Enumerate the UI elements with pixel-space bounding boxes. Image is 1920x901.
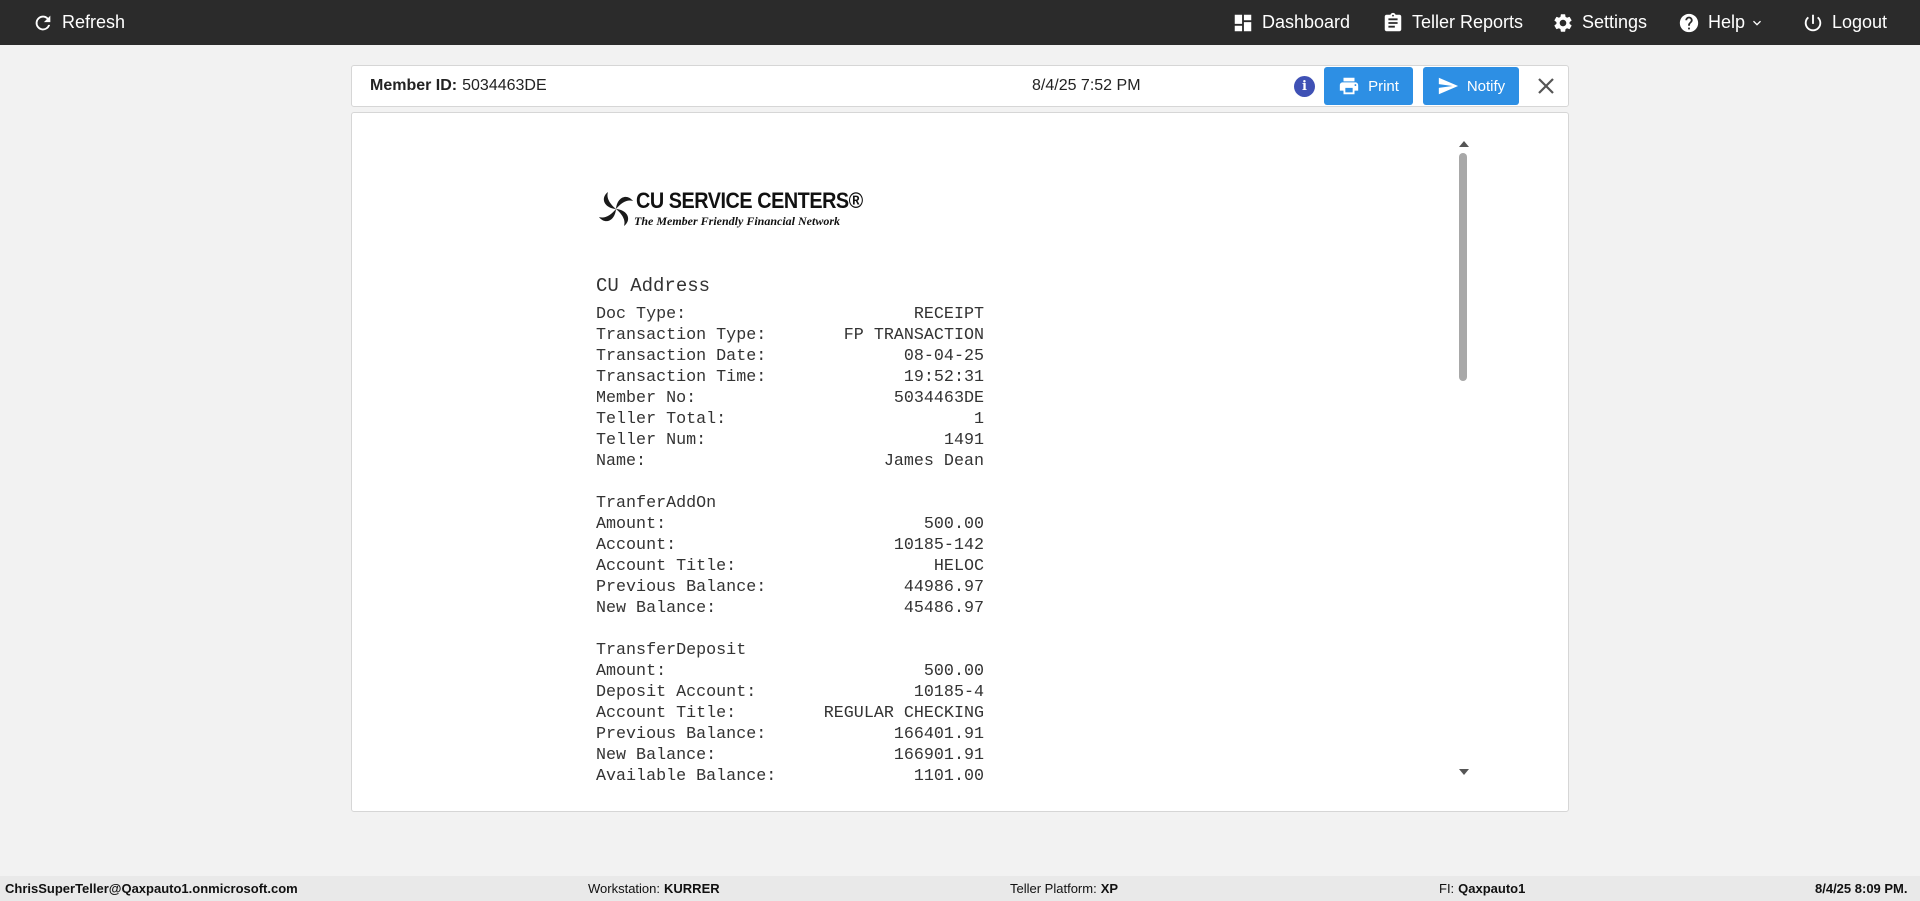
section-title: TranferAddOn (596, 494, 717, 513)
receipt-row: New Balance: 166901.91 (596, 746, 984, 765)
dashboard-icon (1234, 14, 1252, 31)
receipt-row: Name: James Dean (596, 452, 984, 471)
gear-icon (1554, 13, 1572, 32)
help-icon (1679, 13, 1699, 32)
clipboard-icon (1384, 12, 1402, 31)
print-button[interactable]: Print (1324, 67, 1413, 105)
receipt-header-panel: Member ID: 5034463DE 8/4/25 7:52 PM i Pr… (351, 65, 1569, 107)
chevron-down-icon (1753, 20, 1762, 26)
status-user: ChrisSuperTeller@Qaxpauto1.onmicrosoft.c… (5, 881, 298, 896)
close-icon (1538, 78, 1554, 94)
scroll-up-arrow-icon[interactable] (1459, 141, 1469, 147)
refresh-label: Refresh (62, 12, 126, 32)
refresh-icon (35, 15, 51, 30)
power-icon (1804, 14, 1822, 31)
dashboard-link[interactable]: Dashboard (1232, 0, 1350, 45)
teller-reports-label: Teller Reports (1412, 12, 1524, 32)
status-fi: FI: Qaxpauto1 (1439, 881, 1526, 896)
receipt-row: Doc Type: RECEIPT (596, 305, 984, 324)
receipt-row: Teller Total: 1 (596, 410, 984, 429)
refresh-button[interactable]: Refresh (32, 0, 125, 45)
receipt-row: Deposit Account: 10185-4 (596, 683, 984, 702)
transfer-deposit-section: TransferDeposit Amount: 500.00 Deposit Ac… (596, 640, 984, 787)
logout-label: Logout (1832, 12, 1888, 32)
receipt-header-rows: Doc Type: RECEIPT Transaction Type: FP TRA… (596, 304, 984, 472)
help-menu[interactable]: Help (1678, 0, 1765, 45)
receipt-row: Transaction Time: 19:52:31 (596, 368, 984, 387)
receipt-row: Previous Balance: 166401.91 (596, 725, 984, 744)
top-nav-bar: Refresh Dashboard Teller Reports Setting… (0, 0, 1920, 45)
receipt-row: Previous Balance: 44986.97 (596, 578, 984, 597)
receipt-row: Account Title: REGULAR CHECKING (596, 704, 984, 723)
section-title: TransferDeposit (596, 641, 747, 660)
status-bar: ChrisSuperTeller@Qaxpauto1.onmicrosoft.c… (0, 876, 1920, 901)
send-icon (1438, 77, 1458, 95)
close-button[interactable] (1532, 72, 1560, 100)
status-time: 8/4/25 8:09 PM. (1815, 881, 1908, 896)
logout-button[interactable]: Logout (1802, 0, 1887, 45)
receipt-row: Member No: 5034463DE (596, 389, 984, 408)
vertical-scrollbar[interactable] (1456, 141, 1470, 781)
print-label: Print (1368, 77, 1399, 95)
receipt-row: Available Balance: 1101.00 (596, 767, 984, 786)
notify-button[interactable]: Notify (1423, 67, 1519, 105)
scroll-down-arrow-icon[interactable] (1459, 769, 1469, 775)
printer-icon (1339, 77, 1359, 95)
receipt-row: Transaction Date: 08-04-25 (596, 347, 984, 366)
status-platform: Teller Platform: XP (1010, 881, 1119, 896)
pinwheel-logo-icon (599, 192, 633, 226)
receipt-row: Amount: 500.00 (596, 662, 984, 681)
cu-address: CU Address (596, 275, 711, 297)
settings-label: Settings (1582, 12, 1648, 32)
settings-link[interactable]: Settings (1552, 0, 1647, 45)
status-workstation: Workstation: KURRER (588, 881, 720, 896)
receipt-row: Account Title: HELOC (596, 557, 984, 576)
member-id-label: Member ID: (370, 77, 458, 94)
receipt-row: Amount: 500.00 (596, 515, 984, 534)
teller-reports-link[interactable]: Teller Reports (1382, 0, 1523, 45)
receipt-row: Transaction Type: FP TRANSACTION (596, 326, 984, 345)
notify-label: Notify (1466, 77, 1506, 95)
cu-service-centers-logo: CU SERVICE CENTERS® The Member Friendly … (596, 188, 863, 232)
member-id-value: 5034463DE (462, 77, 547, 94)
dashboard-label: Dashboard (1262, 12, 1351, 32)
help-label: Help (1708, 12, 1746, 32)
info-icon[interactable]: i (1294, 76, 1315, 97)
receipt-row: Account: 10185-142 (596, 536, 984, 555)
member-id: Member ID: 5034463DE (370, 66, 547, 106)
receipt-row: New Balance: 45486.97 (596, 599, 984, 618)
receipt-datetime: 8/4/25 7:52 PM (1032, 77, 1141, 94)
receipt-row: Teller Num: 1491 (596, 431, 984, 450)
scroll-thumb[interactable] (1459, 153, 1467, 381)
transfer-addon-section: TranferAddOn Amount: 500.00 Account: 10185… (596, 493, 984, 619)
logo-title: CU SERVICE CENTERS® (636, 188, 863, 213)
logo-tagline: The Member Friendly Financial Network (634, 214, 841, 228)
receipt-viewer[interactable]: CU SERVICE CENTERS® The Member Friendly … (351, 112, 1569, 812)
